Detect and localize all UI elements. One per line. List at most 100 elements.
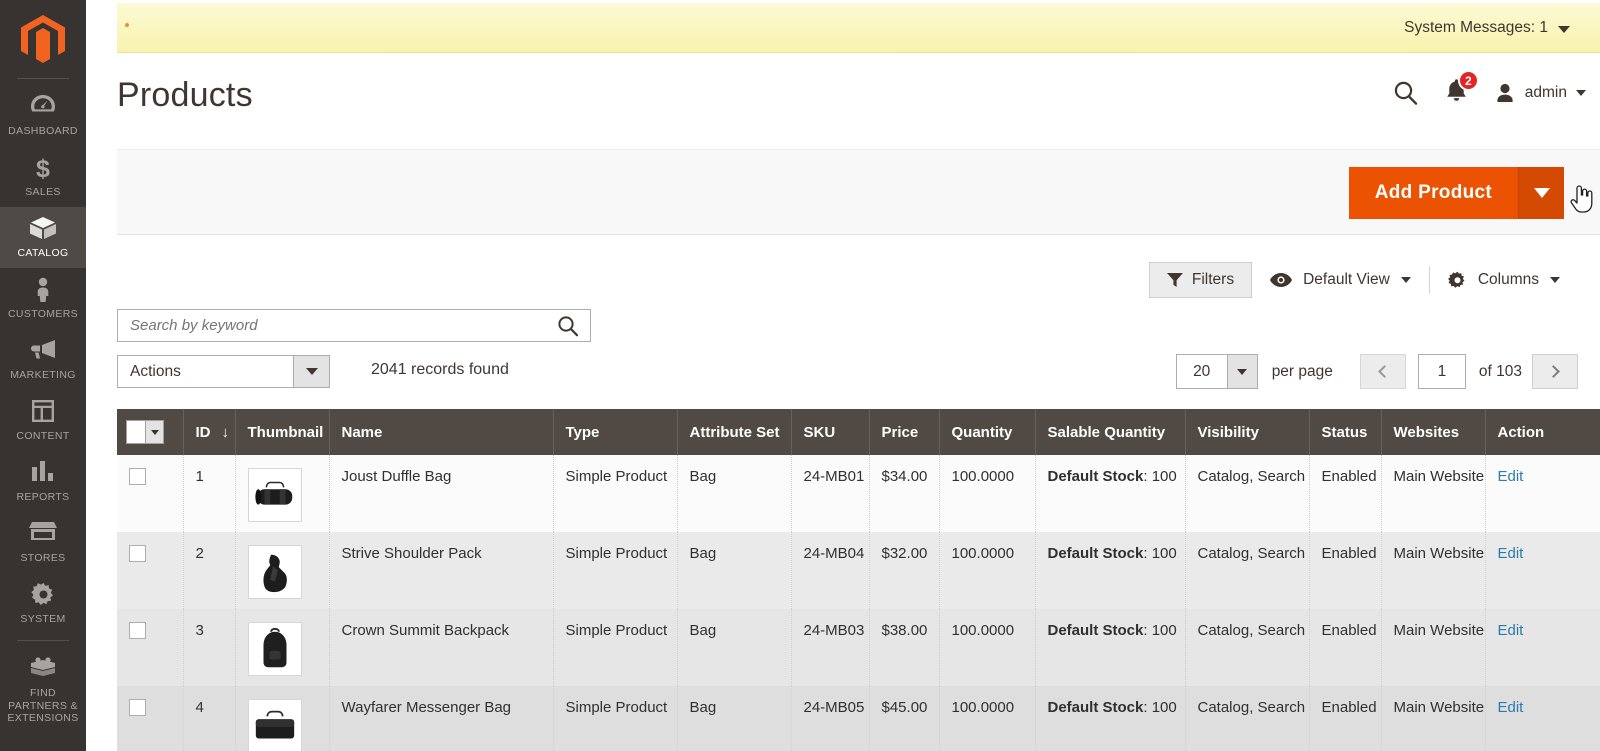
edit-link[interactable]: Edit (1498, 622, 1524, 639)
default-view-selector[interactable]: Default View (1252, 262, 1429, 298)
per-page-dropdown[interactable]: 20 (1175, 354, 1258, 389)
column-header-quantity[interactable]: Quantity (939, 409, 1036, 455)
row-checkbox-cell[interactable] (117, 455, 184, 532)
column-header-type[interactable]: Type (553, 409, 678, 455)
sidebar-item-reports[interactable]: REPORTS (0, 451, 86, 512)
cell-visibility: Catalog, Search (1185, 532, 1310, 609)
add-product-dropdown-toggle[interactable] (1518, 167, 1564, 219)
select-all-checkbox[interactable] (127, 421, 145, 443)
add-product-split-button[interactable]: Add Product (1348, 167, 1564, 219)
grid-header-row: ID ↓ Thumbnail Name Type Attribute Set SK… (117, 409, 1600, 455)
cell-type: Simple Product (553, 609, 678, 686)
shoulder-pack-thumbnail[interactable] (247, 545, 302, 599)
add-product-button[interactable]: Add Product (1348, 167, 1518, 219)
magento-logo[interactable] (0, 0, 86, 78)
duffle-bag-thumbnail[interactable] (247, 468, 302, 522)
column-header-id[interactable]: ID ↓ (183, 409, 236, 455)
actions-dropdown-toggle[interactable] (293, 356, 329, 387)
table-row[interactable]: 1 Joust Duffle Bag Simple Product Bag 24-MB0… (117, 455, 1600, 532)
table-row[interactable]: 3 Crown Summit Backpack Simple Product Bag 2… (117, 609, 1600, 686)
select-all-dropdown-toggle[interactable] (145, 421, 163, 443)
sidebar-item-customers[interactable]: CUSTOMERS (0, 268, 86, 329)
chevron-down-icon (1533, 188, 1550, 198)
row-checkbox-cell[interactable] (117, 532, 184, 609)
cell-action[interactable]: Edit (1485, 686, 1600, 751)
previous-page-button[interactable] (1359, 354, 1406, 389)
sidebar-item-content[interactable]: CONTENT (0, 390, 86, 451)
edit-link[interactable]: Edit (1498, 699, 1524, 716)
cell-action[interactable]: Edit (1485, 609, 1600, 686)
sidebar-item-sales[interactable]: $ SALES (0, 146, 86, 207)
stock-source-label: Default Stock (1047, 622, 1144, 639)
column-header-status[interactable]: Status (1309, 409, 1382, 455)
system-messages-bar[interactable]: System Messages: 1 (117, 3, 1600, 53)
row-checkbox[interactable] (129, 468, 146, 485)
column-label: ID (195, 423, 211, 441)
admin-user-menu[interactable]: admin (1494, 82, 1586, 104)
actions-label: Actions (130, 362, 181, 380)
column-header-price[interactable]: Price (869, 409, 940, 455)
current-page-input[interactable] (1417, 354, 1466, 389)
table-row[interactable]: 2 Strive Shoulder Pack Simple Product Bag 24… (117, 532, 1600, 609)
row-checkbox[interactable] (129, 622, 146, 639)
edit-link[interactable]: Edit (1498, 545, 1524, 562)
columns-selector[interactable]: Columns (1430, 262, 1578, 298)
cell-price: $45.00 (869, 686, 940, 751)
row-checkbox-cell[interactable] (117, 686, 184, 751)
chevron-left-icon (1378, 365, 1391, 378)
search-input[interactable] (118, 317, 546, 334)
row-checkbox-cell[interactable] (117, 609, 184, 686)
column-header-sku[interactable]: SKU (791, 409, 870, 455)
cell-attribute-set: Bag (677, 609, 792, 686)
search-submit-button[interactable] (546, 310, 590, 341)
per-page-dropdown-toggle[interactable] (1226, 355, 1257, 388)
row-checkbox[interactable] (129, 699, 146, 716)
next-page-button[interactable] (1532, 354, 1578, 389)
columns-label: Columns (1477, 271, 1539, 288)
search-icon[interactable] (1393, 80, 1419, 106)
column-header-attribute-set[interactable]: Attribute Set (677, 409, 792, 455)
sidebar-item-dashboard[interactable]: DASHBOARD (0, 85, 86, 146)
chevron-down-icon[interactable] (1558, 26, 1570, 33)
column-header-thumbnail[interactable]: Thumbnail (235, 409, 330, 455)
select-all-checkbox-dropdown[interactable] (126, 420, 164, 444)
notifications-button[interactable]: 2 (1445, 70, 1479, 108)
column-header-websites[interactable]: Websites (1381, 409, 1486, 455)
backpack-thumbnail[interactable] (247, 622, 302, 676)
cell-action[interactable]: Edit (1485, 455, 1600, 532)
column-header-name[interactable]: Name (329, 409, 554, 455)
cell-status: Enabled (1309, 609, 1382, 686)
sidebar-item-label: CONTENT (16, 430, 70, 442)
column-header-visibility[interactable]: Visibility (1185, 409, 1310, 455)
cell-thumbnail (235, 609, 330, 686)
sidebar-item-find-partners[interactable]: FIND PARTNERS & EXTENSIONS (0, 647, 86, 734)
cell-websites: Main Website (1381, 532, 1486, 609)
cell-type: Simple Product (553, 532, 678, 609)
messenger-bag-thumbnail[interactable] (247, 699, 302, 751)
sidebar-divider-top (17, 78, 69, 79)
cell-action[interactable]: Edit (1485, 532, 1600, 609)
select-all-header[interactable] (117, 409, 184, 455)
search-by-keyword[interactable] (117, 309, 591, 342)
pagination-controls: 20 per page of 103 (1175, 354, 1578, 389)
sidebar-item-marketing[interactable]: MARKETING (0, 329, 86, 390)
sidebar-item-system[interactable]: SYSTEM (0, 573, 86, 634)
table-row[interactable]: 4 Wayfarer Messenger Bag Simple Product Bag… (117, 686, 1600, 751)
filters-button[interactable]: Filters (1148, 262, 1253, 298)
page-actions-bar: Add Product (117, 149, 1600, 235)
admin-user-label: admin (1524, 84, 1567, 101)
user-avatar-icon (1497, 83, 1513, 102)
sidebar-item-stores[interactable]: STORES (0, 512, 86, 573)
actions-dropdown[interactable]: Actions (117, 355, 330, 388)
cell-price: $38.00 (869, 609, 940, 686)
cell-sku: 24-MB03 (791, 609, 870, 686)
sidebar-item-catalog[interactable]: CATALOG (0, 207, 86, 268)
cell-visibility: Catalog, Search (1185, 609, 1310, 686)
column-header-salable-quantity[interactable]: Salable Quantity (1035, 409, 1186, 455)
edit-link[interactable]: Edit (1498, 468, 1524, 485)
chevron-down-icon (305, 368, 318, 375)
cell-sku: 24-MB05 (791, 686, 870, 751)
magento-logo-icon (21, 15, 65, 63)
row-checkbox[interactable] (129, 545, 146, 562)
cell-sku: 24-MB04 (791, 532, 870, 609)
